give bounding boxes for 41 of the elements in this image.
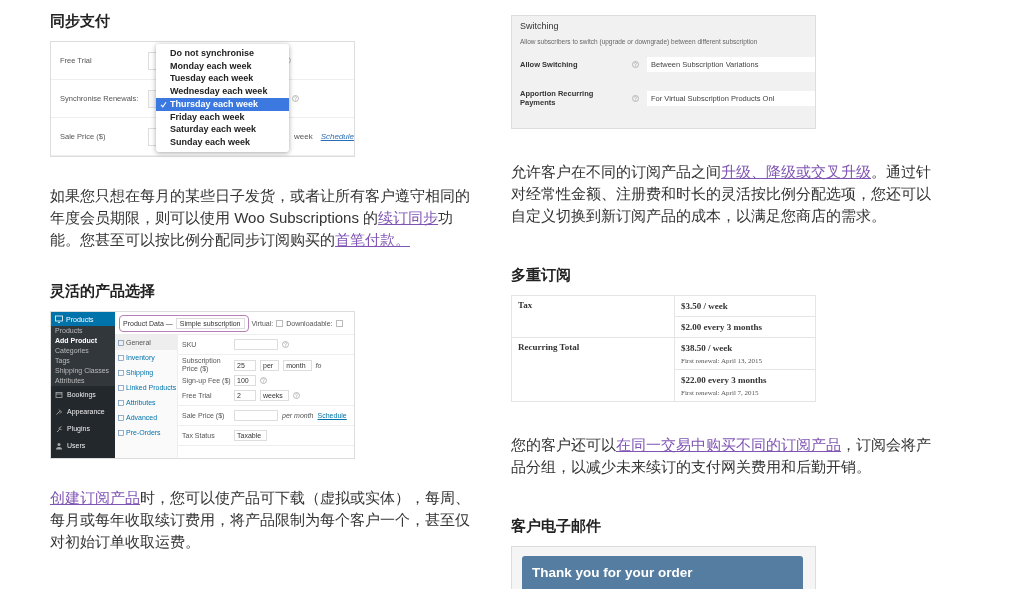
section-heading: 多重订阅 — [511, 265, 571, 286]
dropdown-option[interactable]: Tuesday each week — [156, 72, 289, 86]
pen-icon — [55, 424, 63, 433]
check-icon — [160, 100, 167, 108]
calendar-icon — [55, 390, 63, 399]
paragraph: 创建订阅产品时，您可以使产品可下载（虚拟或实体），每周、每月或每年收取续订费用，将产品限制为每个客户一个，甚至仅对初始订单收取运费。 — [50, 488, 471, 552]
link[interactable]: 创建订阅产品 — [50, 489, 140, 506]
panel-title: Switching — [520, 21, 560, 31]
input-field[interactable] — [234, 339, 278, 350]
link[interactable]: 升级、降级或交叉升级 — [721, 163, 871, 181]
dropdown-option[interactable]: Saturday each week — [156, 123, 289, 136]
link[interactable]: 续订同步 — [378, 209, 439, 226]
amount: $38.50 / week — [681, 342, 734, 355]
dropdown-option[interactable]: Thursday each week — [156, 97, 289, 111]
checkbox[interactable] — [335, 319, 343, 327]
paragraph: 您的客户还可以在同一交易中购买不同的订阅产品，订阅会将产品分组，以减少未来续订的支付网关费用和后勤开销。 — [511, 435, 932, 478]
table-cell: Tax — [511, 295, 675, 338]
paragraph: 如果您只想在每月的某些日子发货，或者让所有客户遵守相同的年度会员期限，则可以使用 Woo Subscriptions 的续订同步功能。您甚至可以按比例分配同步订阅购买的首笔付款。 — [50, 186, 471, 250]
amount: $22.00 every 3 months — [681, 374, 768, 387]
link[interactable]: 首笔付款。 — [335, 231, 410, 248]
dropdown-option[interactable]: Wednesday each week — [156, 85, 289, 98]
schedule-link[interactable]: Schedule — [320, 132, 354, 141]
link[interactable]: 在同一交易中购买不同的订阅产品 — [616, 436, 841, 454]
dropdown-option[interactable]: Sunday each week — [156, 135, 289, 149]
dropdown-option[interactable]: Friday each week — [156, 110, 289, 124]
user-icon — [55, 441, 63, 450]
field-text: week — [293, 132, 313, 141]
amount: $3.50 / week — [681, 300, 729, 313]
amount: $2.00 every 3 months — [681, 321, 763, 334]
section-heading: 灵活的产品选择 — [50, 281, 155, 301]
table-cell: Recurring Total — [511, 337, 675, 402]
input-field[interactable] — [234, 410, 278, 421]
paragraph: 允许客户在不同的订阅产品之间升级、降级或交叉升级。通过针对经常性金额、注册费和时长的灵活按比例分配选项，您还可以自定义切换到新订阅产品的成本，以满足您商店的需求。 — [511, 162, 932, 227]
hammer-icon — [55, 407, 63, 416]
email-header: Thank you for your order — [522, 556, 803, 589]
section-heading: 客户电子邮件 — [511, 516, 601, 537]
dropdown-option[interactable]: Monday each week — [156, 59, 289, 73]
checkbox[interactable] — [276, 319, 284, 327]
section-heading: 同步支付 — [50, 11, 110, 31]
dropdown-option[interactable]: Do not synchronise — [156, 47, 289, 60]
monitor-icon — [55, 315, 63, 323]
